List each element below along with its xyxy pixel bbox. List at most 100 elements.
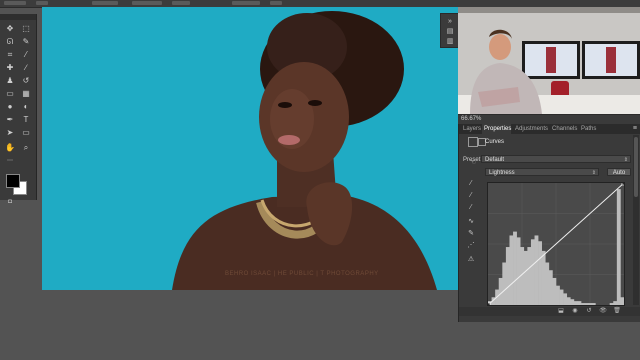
edit-points-icon[interactable]: ∿ <box>465 216 477 227</box>
histogram-bar <box>591 303 596 305</box>
history-brush-icon[interactable]: ↺ <box>19 75 33 86</box>
path-select-icon[interactable]: ➤ <box>3 127 17 138</box>
channel-value: Lightness <box>489 170 515 176</box>
tool-preset-picker[interactable] <box>4 1 26 5</box>
gradient-tool-icon[interactable]: ▦ <box>19 88 33 99</box>
histogram-bar <box>556 285 560 305</box>
tab-layers[interactable]: Layers <box>463 126 481 132</box>
gray-point-eyedropper-icon[interactable]: ⁄ <box>465 190 477 201</box>
histogram-bar <box>566 297 571 305</box>
histogram-bar <box>509 235 514 305</box>
histogram-bar <box>548 270 553 305</box>
histogram-bar <box>513 231 517 305</box>
options-button[interactable] <box>36 1 48 5</box>
histogram-bar <box>609 303 614 305</box>
curves-plot[interactable] <box>488 183 624 305</box>
histogram-bar <box>505 247 510 305</box>
histogram-bar <box>613 301 618 305</box>
histogram-bar <box>581 303 585 305</box>
blur-tool-icon[interactable]: ● <box>3 101 17 112</box>
healing-brush-icon[interactable]: ✚ <box>3 62 17 73</box>
panel-scrollbar[interactable] <box>633 135 639 305</box>
tab-adjustments[interactable]: Adjustments <box>515 126 548 132</box>
actions-panel-icon[interactable]: ▥ <box>443 36 457 47</box>
histogram-bar <box>616 189 621 305</box>
options-toggle[interactable] <box>270 1 282 5</box>
smooth-curve-icon[interactable]: ⋰ <box>465 240 477 251</box>
preset-value: Default <box>485 157 505 163</box>
hand-tool-icon[interactable]: ✋ <box>3 142 17 153</box>
type-tool-icon[interactable]: T <box>19 114 33 125</box>
visibility-icon[interactable]: 👁 <box>599 307 607 315</box>
histogram-bar <box>498 277 503 305</box>
move-tool-icon[interactable]: ✥ <box>3 23 17 34</box>
options-dropdown[interactable] <box>92 1 118 5</box>
histogram-bar <box>577 301 582 305</box>
dodge-tool-icon[interactable]: ◐ <box>19 101 33 112</box>
clip-to-layer-icon[interactable]: ⬓ <box>557 307 565 315</box>
foreground-color-swatch[interactable] <box>6 174 20 188</box>
histogram-bar <box>502 262 507 305</box>
presenter-video <box>458 7 640 114</box>
on-image-adjust-icon[interactable]: ☜ <box>466 157 480 168</box>
tools-panel-grip[interactable] <box>0 14 36 20</box>
histogram-bar <box>534 235 539 305</box>
eyedropper-tool-icon[interactable]: ⁄ <box>19 49 33 60</box>
curve-point[interactable] <box>488 302 491 305</box>
histogram-bar <box>559 289 564 305</box>
histogram-bar <box>552 277 557 305</box>
channel-dropdown[interactable]: Lightness ⇕ <box>485 168 599 176</box>
properties-panel: Layers Properties Adjustments Channels P… <box>458 124 640 322</box>
mini-panel-strip: » ▤ ▥ <box>440 13 460 48</box>
chevron-down-icon: ⇕ <box>591 170 596 176</box>
adjustment-title: Curves <box>485 139 505 145</box>
zoom-level[interactable]: 66.67% <box>461 116 481 122</box>
clone-stamp-icon[interactable]: ♟ <box>3 75 17 86</box>
lasso-tool-icon[interactable]: ᘏ <box>3 36 17 47</box>
quick-select-tool-icon[interactable]: ✎ <box>19 36 33 47</box>
preset-dropdown[interactable]: Default ⇕ <box>481 155 631 163</box>
marquee-tool-icon[interactable]: ⬚ <box>19 23 33 34</box>
histogram-bar <box>538 241 542 305</box>
crop-tool-icon[interactable]: ⌗ <box>3 49 17 60</box>
portrait-photo <box>172 11 437 290</box>
chevron-down-icon: ⇕ <box>623 157 628 163</box>
view-previous-icon[interactable]: ◉ <box>571 307 579 315</box>
reset-icon[interactable]: ↺ <box>585 307 593 315</box>
opacity-field[interactable] <box>132 1 162 5</box>
histogram-warning-icon[interactable]: ⚠ <box>465 254 477 265</box>
black-point-eyedropper-icon[interactable]: ⁄ <box>465 178 477 189</box>
histogram-bar <box>541 250 546 305</box>
histogram-bar <box>584 303 589 305</box>
tool-misc-icon[interactable]: ⋯ <box>3 156 17 167</box>
histogram-bar <box>523 250 528 305</box>
scroll-thumb[interactable] <box>634 137 638 197</box>
document-canvas[interactable]: BEHRO ISAAC | HE PUBLIC | T PHOTOGRAPHY <box>42 7 458 290</box>
adjustment-layer-icon <box>468 137 478 147</box>
histogram-bar <box>588 303 593 305</box>
delete-icon[interactable]: 🗑 <box>613 307 621 315</box>
white-point-eyedropper-icon[interactable]: ⁄ <box>465 202 477 213</box>
zoom-tool-icon[interactable]: ⌕ <box>19 142 33 153</box>
histogram-bar <box>527 247 532 305</box>
pen-tool-icon[interactable]: ✒ <box>3 114 17 125</box>
histogram-bar <box>516 237 521 305</box>
tab-properties[interactable]: Properties <box>484 126 511 132</box>
quick-mask-icon[interactable]: ◘ <box>3 197 17 208</box>
auto-button[interactable]: Auto <box>607 168 631 176</box>
shape-tool-icon[interactable]: ▭ <box>19 127 33 138</box>
panel-menu-icon[interactable]: ≡ <box>633 125 637 132</box>
flow-field[interactable] <box>172 1 190 5</box>
curve-point[interactable] <box>621 183 624 186</box>
curves-graph[interactable] <box>487 182 625 306</box>
tools-panel: ✥ ⬚ ᘏ ✎ ⌗ ⁄ ✚ ∕ ♟ ↺ ▭ ▦ ● ◐ ✒ T ➤ ▭ ✋ ⌕ … <box>0 14 37 205</box>
histogram-bar <box>563 293 568 305</box>
eraser-tool-icon[interactable]: ▭ <box>3 88 17 99</box>
brush-tool-icon[interactable]: ∕ <box>19 62 33 73</box>
options-field[interactable] <box>232 1 260 5</box>
panel-footer: ⬓ ◉ ↺ 👁 🗑 <box>459 307 640 316</box>
tab-paths[interactable]: Paths <box>581 126 596 132</box>
panel-tabs: Layers Properties Adjustments Channels P… <box>459 124 640 134</box>
draw-curve-icon[interactable]: ✎ <box>465 228 477 239</box>
tab-channels[interactable]: Channels <box>552 126 577 132</box>
